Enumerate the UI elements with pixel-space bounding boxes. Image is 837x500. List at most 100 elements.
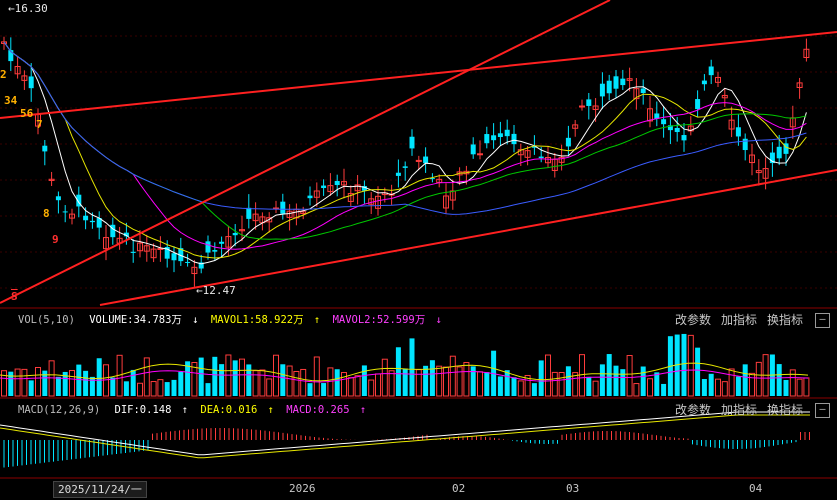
ma5-line	[3, 41, 807, 265]
volume-bar-down	[538, 360, 544, 396]
volume-bar-down	[776, 364, 782, 396]
volume-bar-up	[436, 365, 443, 397]
candle-body-down	[538, 156, 544, 159]
candle-body-down	[246, 207, 252, 219]
volume-bar-up	[803, 377, 810, 397]
volume-bar-down	[654, 372, 660, 396]
volume-bar-down	[76, 364, 82, 396]
volume-bar-up	[721, 381, 728, 397]
macd-indicator-name[interactable]: MACD(12,26,9)	[18, 401, 100, 419]
volume-bar-down	[164, 382, 170, 396]
volume-bar-up	[137, 382, 143, 397]
volume-bar-down	[96, 358, 102, 396]
volume-bar-down	[28, 380, 34, 396]
candle-body-up	[579, 105, 585, 108]
vol-change-params-button[interactable]: 改参数	[675, 311, 711, 329]
volume-bar-up	[239, 358, 245, 397]
macd-panel-header: MACD(12,26,9) DIF:0.148 ↑ DEA:0.016 ↑ MA…	[0, 401, 837, 419]
candle-body-down	[205, 241, 211, 253]
candle-body-down	[212, 250, 218, 252]
volume-bar-down	[484, 372, 490, 396]
stock-chart-window: ←16.30 ←12.47 2 34 56 7 8 9 S VOL(5,10) …	[0, 0, 837, 500]
td-count-7: 7	[36, 118, 43, 131]
vol-panel-header: VOL(5,10) VOLUME:34.783万 ↓ MAVOL1:58.922…	[0, 311, 837, 329]
volume-bar-up	[755, 361, 762, 397]
candle-body-down	[470, 144, 476, 155]
volume-bar-up	[150, 381, 157, 397]
volume-bar-down	[620, 369, 626, 396]
volume-value: VOLUME:34.783万	[89, 314, 182, 326]
vol-indicator-name[interactable]: VOL(5,10)	[18, 311, 75, 329]
volume-bar-down	[246, 364, 252, 396]
x-axis-label-04: 04	[749, 482, 763, 495]
volume-bar-up	[789, 369, 796, 397]
volume-bar-up	[381, 358, 388, 397]
volume-bar-down	[171, 379, 177, 396]
sell-signal-marker: S	[11, 290, 18, 303]
volume-bar-down	[511, 377, 517, 396]
volume-bar-down	[565, 366, 571, 396]
volume-bar-up	[143, 357, 150, 397]
volume-bar-down	[586, 376, 592, 396]
volume-bar-down	[681, 333, 687, 396]
macd-switch-indicator-button[interactable]: 换指标	[767, 401, 803, 419]
vol-close-icon[interactable]: —	[815, 313, 830, 328]
volume-bar-down	[130, 369, 136, 396]
volume-bar-down	[55, 376, 61, 396]
candle-body-down	[742, 138, 748, 151]
volume-bar-down	[232, 360, 238, 396]
volume-bar-down	[531, 383, 537, 396]
candle-body-down	[620, 78, 626, 86]
candle-body-down	[395, 172, 401, 176]
volume-bar-up	[1, 370, 7, 397]
ma30-line	[3, 41, 807, 240]
candle-body-down	[280, 201, 286, 214]
macd-value: MACD:0.265	[286, 404, 350, 416]
volume-bar-down	[606, 354, 612, 396]
volume-bar-down	[334, 369, 340, 396]
trend-lines	[0, 0, 837, 306]
volume-bar-up	[728, 368, 735, 397]
volume-bar-down	[83, 370, 89, 396]
candle-body-down	[62, 211, 68, 213]
volume-bar-down	[735, 376, 741, 396]
x-axis-label-2026: 2026	[289, 482, 316, 495]
candle-body-down	[661, 119, 667, 125]
dif-value: DIF:0.148	[114, 404, 172, 416]
mavol1-arrow: ↑	[313, 314, 321, 326]
x-axis-label-03: 03	[566, 482, 580, 495]
dea-arrow: ↑	[267, 404, 274, 416]
volume-bar-up	[21, 368, 28, 397]
vol-switch-indicator-button[interactable]: 换指标	[767, 311, 803, 329]
volume-bar-up	[35, 366, 41, 397]
vol-add-indicator-button[interactable]: 加指标	[721, 311, 757, 329]
candle-body-down	[606, 80, 612, 94]
volume-bar-down	[613, 365, 619, 396]
macd-change-params-button[interactable]: 改参数	[675, 401, 711, 419]
chart-canvas[interactable]	[0, 0, 837, 500]
volume-bar-down	[429, 360, 435, 396]
volume-bar-down	[599, 364, 605, 396]
candle-body-down	[504, 129, 510, 137]
ma10-line	[3, 41, 807, 259]
candle-body-down	[83, 215, 89, 221]
moving-averages	[3, 41, 807, 265]
candle-body-down	[185, 261, 191, 263]
dea-value: DEA:0.016	[200, 404, 258, 416]
candle-body-down	[402, 166, 408, 168]
volume-bar-up	[687, 334, 694, 397]
volume-bar-up	[443, 366, 449, 397]
macd-add-indicator-button[interactable]: 加指标	[721, 401, 757, 419]
candle-body-down	[171, 253, 177, 261]
volume-bar-down	[205, 383, 211, 396]
volume-bar-up	[449, 355, 456, 397]
candle-body-down	[640, 88, 646, 94]
volume-bar-down	[497, 376, 503, 396]
td-count-56: 56	[20, 107, 34, 120]
candle-body-down	[497, 133, 503, 138]
volume-bar-down	[123, 381, 129, 396]
macd-close-icon[interactable]: —	[815, 403, 830, 418]
candle-body-down	[565, 137, 571, 147]
candle-body-down	[776, 146, 782, 159]
volume-bars	[0, 333, 810, 397]
